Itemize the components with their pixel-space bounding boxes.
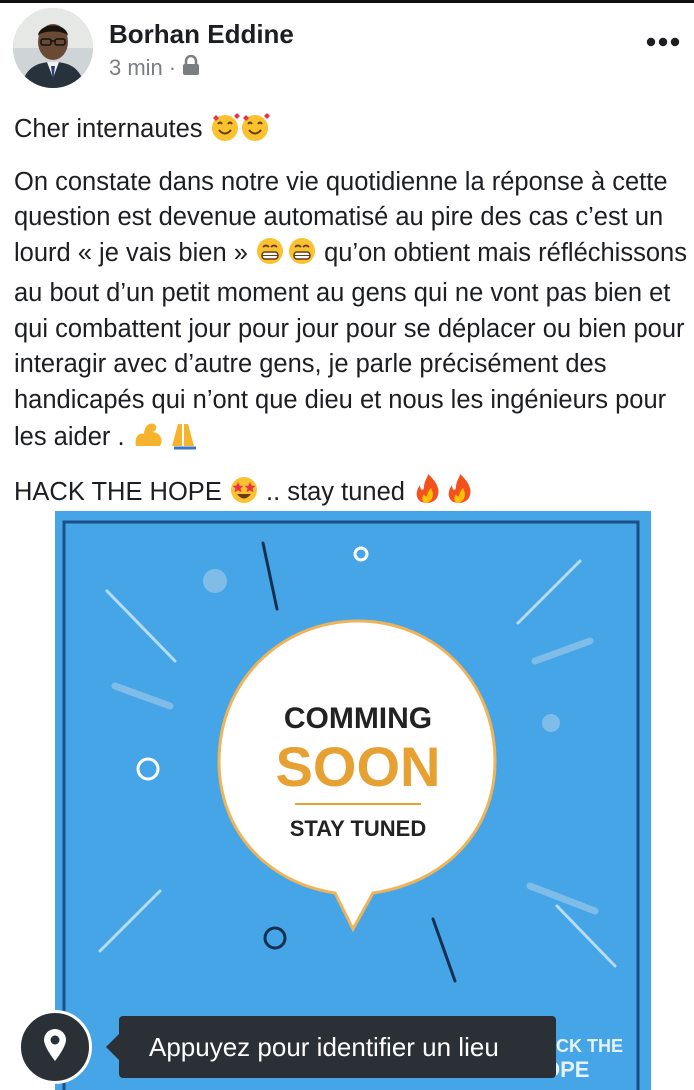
- post-text: Cher internautes On constate dans notre …: [14, 112, 690, 527]
- tooltip-text: Appuyez pour identifier un lieu: [149, 1031, 499, 1062]
- comming-text: COMMING: [284, 702, 432, 735]
- avatar[interactable]: [13, 8, 93, 88]
- smiling-face-with-hearts-icon: [210, 112, 270, 153]
- main-paragraph: On constate dans notre vie quotidienne l…: [14, 165, 690, 461]
- soon-text: SOON: [276, 735, 441, 798]
- greeting-text: Cher internautes: [14, 115, 203, 143]
- hashtag-text: HACK THE HOPE: [14, 477, 222, 506]
- stay-tuned-image-text: STAY TUNED: [290, 816, 427, 841]
- author-name[interactable]: Borhan Eddine: [109, 19, 294, 50]
- post-header: Borhan Eddine 3 min ·: [0, 0, 694, 100]
- flexed-biceps-icon: [132, 418, 198, 461]
- star-struck-icon: [229, 475, 259, 516]
- post-time: 3 min: [109, 55, 163, 80]
- post-image[interactable]: COMMING SOON STAY TUNED ACK THE OPE: [55, 511, 651, 1090]
- lock-icon[interactable]: [182, 54, 200, 81]
- location-tooltip[interactable]: Appuyez pour identifier un lieu: [106, 1016, 556, 1078]
- beaming-face-icon: [255, 236, 317, 277]
- greeting-line: Cher internautes: [14, 112, 690, 153]
- fire-icon: [412, 473, 476, 516]
- meta-separator: ·: [168, 55, 177, 80]
- location-pin-icon: [42, 1028, 68, 1067]
- more-options-icon[interactable]: [640, 24, 686, 60]
- post-meta: 3 min ·: [109, 54, 200, 81]
- closing-line: HACK THE HOPE .. stay tuned: [14, 473, 690, 516]
- location-button[interactable]: [18, 1010, 92, 1084]
- stay-tuned-text: .. stay tuned: [266, 477, 405, 506]
- paragraph-text-2: qu’on obtient mais réfléchissons au bout…: [14, 238, 687, 452]
